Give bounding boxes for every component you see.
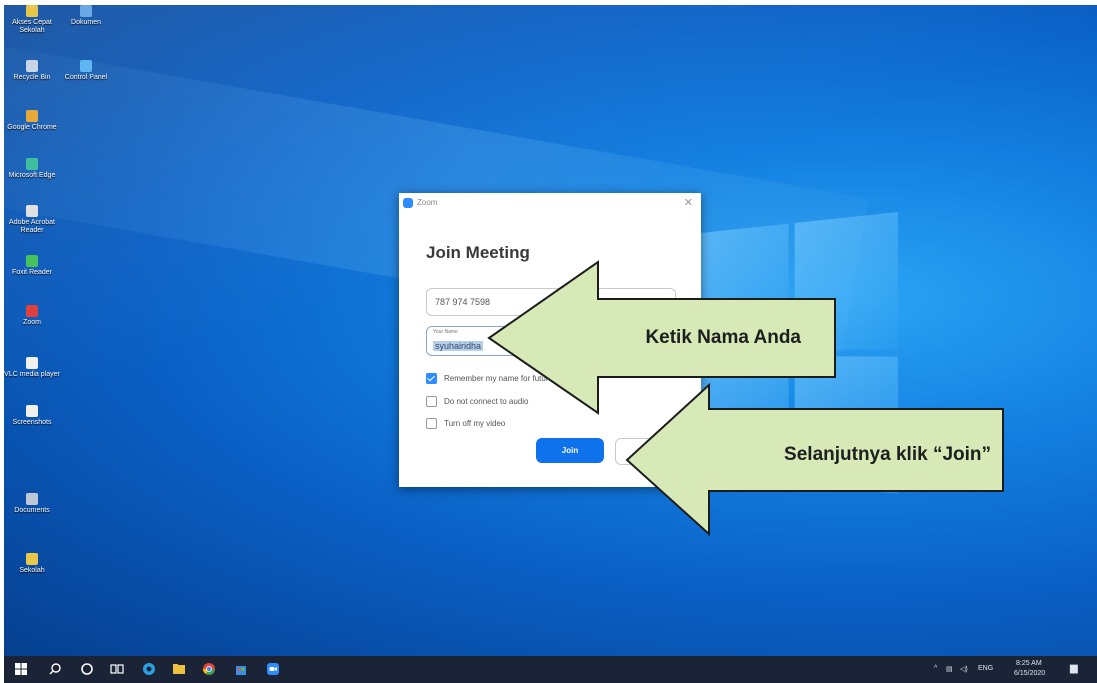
desktop-icon-google-chrome[interactable]: Google Chrome (4, 110, 60, 132)
desktop-icon-vlc[interactable]: VLC media player (4, 357, 60, 379)
language-indicator[interactable]: ENG (978, 665, 993, 672)
clock-date[interactable]: 6/15/2020 (1014, 670, 1045, 677)
store-icon[interactable] (234, 662, 248, 676)
vlc-icon (26, 357, 38, 369)
checkbox-icon (426, 396, 437, 407)
chrome-icon (26, 110, 38, 122)
cortana-icon[interactable] (80, 662, 94, 676)
desktop-icon-akses-cepat[interactable]: Akses Cepat Sekolah (4, 5, 60, 35)
close-icon[interactable]: ✕ (684, 196, 693, 209)
video-off-label: Turn off my video (444, 419, 506, 428)
desktop-icon-microsoft-edge[interactable]: Microsoft Edge (4, 158, 60, 180)
zoom-logo-icon (403, 198, 413, 208)
desktop-icon-dokumen[interactable]: Dokumen (58, 5, 114, 27)
document-icon (80, 5, 92, 17)
dialog-title: Zoom (417, 198, 438, 207)
desktop-icon-recycle-bin[interactable]: Recycle Bin (4, 60, 60, 82)
start-icon[interactable] (14, 662, 28, 676)
tray-chevron-icon[interactable]: ^ (934, 665, 937, 672)
file-explorer-icon[interactable] (172, 662, 186, 676)
name-input-label: Your Name (433, 329, 458, 335)
desktop-icon-zoom[interactable]: Zoom (4, 305, 60, 327)
desktop-icon-documents[interactable]: Documents (4, 493, 60, 515)
zoom-app-icon (26, 305, 38, 317)
checkbox-icon (426, 418, 437, 429)
network-icon[interactable]: ▤ (946, 665, 953, 673)
task-view-icon[interactable] (110, 662, 124, 676)
checkbox-checked-icon (426, 373, 437, 384)
zoom-icon[interactable] (266, 662, 280, 676)
search-icon[interactable] (48, 662, 62, 676)
control-panel-icon (80, 60, 92, 72)
pdf-icon (26, 205, 38, 217)
chrome-icon[interactable] (202, 662, 216, 676)
dialog-titlebar: Zoom ✕ (399, 193, 701, 213)
folder-icon (26, 553, 38, 565)
desktop-icon-control-panel[interactable]: Control Panel (58, 60, 114, 82)
recycle-bin-icon (26, 60, 38, 72)
volume-icon[interactable]: ◁) (960, 665, 968, 673)
meeting-id-value: 787 974 7598 (435, 297, 491, 307)
callout-arrow-join: Selanjutnya klik “Join” (625, 383, 1005, 536)
name-input-value: syuhairidha (433, 341, 484, 351)
join-button[interactable]: Join (536, 438, 604, 463)
clock-time[interactable]: 8:25 AM (1016, 660, 1042, 667)
folder-icon (26, 493, 38, 505)
taskbar: ^ ▤ ◁) ENG 8:25 AM 6/15/2020 ▆ (4, 656, 1097, 683)
video-off-checkbox[interactable]: Turn off my video (426, 418, 505, 430)
edge-icon (26, 158, 38, 170)
desktop-icon-adobe-reader[interactable]: Adobe Acrobat Reader (4, 205, 60, 235)
foxit-icon (26, 255, 38, 267)
desktop-icon-sekolah[interactable]: Sekolah (4, 553, 60, 575)
notifications-icon[interactable]: ▆ (1070, 663, 1078, 674)
screenshot-icon (26, 405, 38, 417)
edge-icon[interactable] (142, 662, 156, 676)
desktop-icon-screenshots[interactable]: Screenshots (4, 405, 60, 427)
folder-icon (26, 5, 38, 17)
desktop-icon-foxit-reader[interactable]: Foxit Reader (4, 255, 60, 277)
